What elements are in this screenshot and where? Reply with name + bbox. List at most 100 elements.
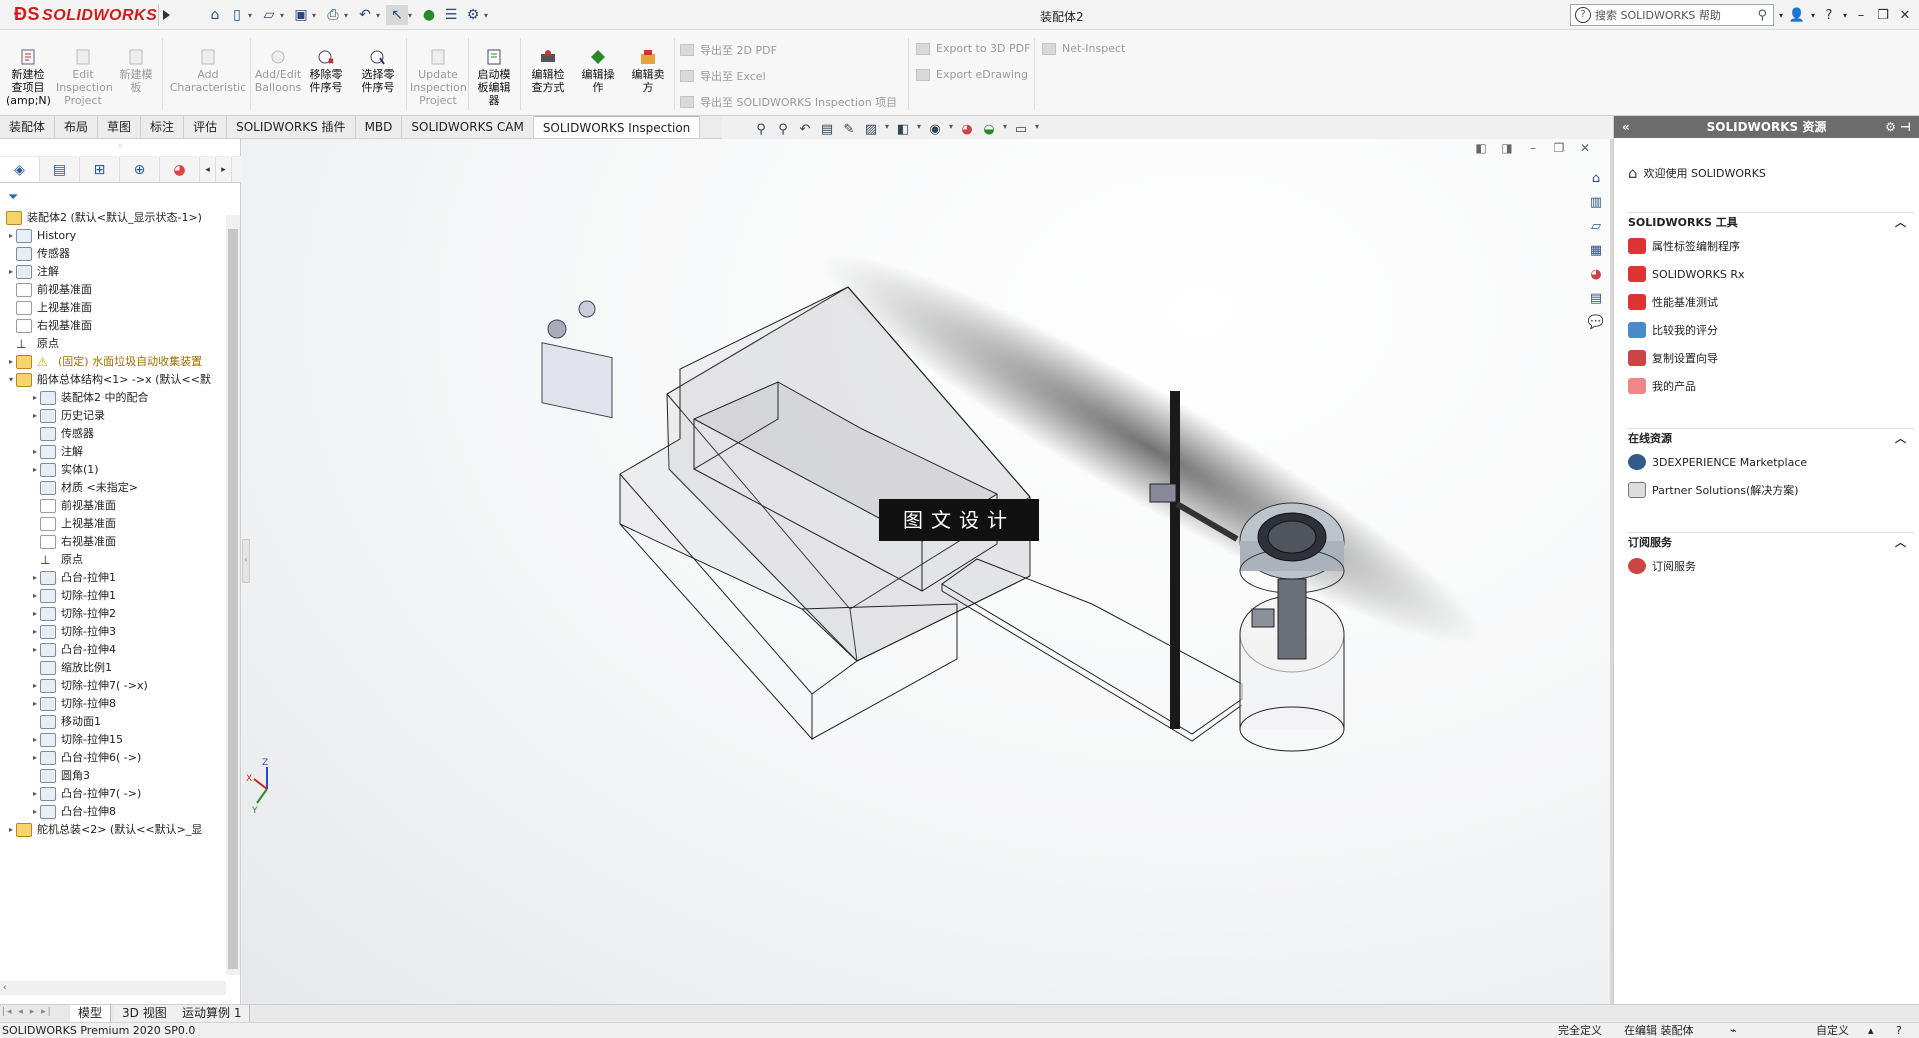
tree-item-right-plane[interactable]: 右视基准面	[16, 317, 92, 335]
tree-item-feature[interactable]: ▸ 凸台-拉伸6( ->)	[30, 749, 141, 767]
net-inspect-button[interactable]: Net-Inspect	[1042, 42, 1125, 55]
units-dropdown-icon[interactable]: ▴	[1868, 1023, 1874, 1038]
expand-arrow-icon[interactable]: ▸	[30, 695, 40, 713]
display-style-dropdown-icon[interactable]: ▾	[914, 122, 924, 140]
export-edrawing-button[interactable]: Export eDrawing	[916, 68, 1028, 81]
tab-assembly[interactable]: 装配体	[0, 116, 56, 138]
tree-item-front-plane[interactable]: 前视基准面	[16, 281, 92, 299]
tree-item-part-front-plane[interactable]: 前视基准面	[40, 497, 116, 515]
edit-appearance-icon[interactable]: ◕	[956, 122, 978, 140]
tree-item-part-right-plane[interactable]: 右视基准面	[40, 533, 116, 551]
appearances-icon[interactable]: ◕	[1584, 264, 1608, 286]
tree-item-part-origin[interactable]: ⊥ 原点	[40, 551, 83, 569]
tree-horizontal-scrollbar[interactable]: ‹	[0, 981, 226, 995]
expand-arrow-icon[interactable]: ▸	[30, 785, 40, 803]
file-explorer-icon[interactable]: ▱	[1584, 216, 1608, 238]
configuration-manager-icon[interactable]: ⊞	[80, 157, 120, 182]
undo-dropdown-icon[interactable]: ▾	[376, 11, 386, 20]
expand-arrow-icon[interactable]: ▸	[30, 731, 40, 749]
tree-item-origin[interactable]: ⊥ 原点	[16, 335, 59, 353]
expand-arrow-icon[interactable]: ▸	[30, 443, 40, 461]
edit-inspection-method-button[interactable]: 编辑检 查方式	[526, 48, 570, 94]
print-dropdown-icon[interactable]: ▾	[344, 11, 354, 20]
expand-arrow-icon[interactable]: ▸	[30, 461, 40, 479]
welcome-link[interactable]: ⌂ 欢迎使用 SOLIDWORKS	[1628, 164, 1766, 182]
tab-motion-study[interactable]: 运动算例 1	[174, 1005, 251, 1022]
tab-layout[interactable]: 布局	[55, 116, 99, 138]
tab-cam[interactable]: SOLIDWORKS CAM	[402, 116, 534, 138]
resources-options-icon[interactable]: ⚙ ⊣	[1885, 116, 1911, 138]
tree-item-feature[interactable]: ▸ 凸台-拉伸4	[30, 641, 116, 659]
tab-markup[interactable]: 标注	[141, 116, 185, 138]
display-style-icon[interactable]: ◧	[892, 122, 914, 140]
update-inspection-project-button[interactable]: Update Inspection Project	[410, 48, 467, 107]
select-pointer-icon[interactable]: ↖	[386, 5, 408, 25]
zoom-to-fit-icon[interactable]: ⚲	[750, 122, 772, 140]
section-view-icon[interactable]: ▤	[816, 122, 838, 140]
expand-arrow-icon[interactable]: ▸	[30, 569, 40, 587]
expand-arrow-icon[interactable]: ▸	[30, 803, 40, 821]
forum-icon[interactable]: 💬	[1584, 312, 1608, 334]
options-dropdown-icon[interactable]: ▾	[484, 11, 494, 20]
tabs-scroll-left-icon[interactable]: ◂	[200, 157, 216, 182]
design-library-icon[interactable]: ▥	[1584, 192, 1608, 214]
expand-arrow-icon[interactable]: ▸	[30, 605, 40, 623]
apply-scene-dropdown-icon[interactable]: ▾	[1000, 122, 1010, 140]
panel-grip[interactable]: ◦	[0, 139, 241, 157]
tools-section-title[interactable]: SOLIDWORKS 工具 ︿	[1628, 212, 1914, 232]
zoom-to-area-icon[interactable]: ⚲	[772, 122, 794, 140]
tree-item-history[interactable]: ▸ History	[6, 227, 76, 245]
tool-copy-settings[interactable]: 复制设置向导	[1628, 344, 1914, 372]
view-settings-dropdown-icon[interactable]: ▾	[1032, 122, 1042, 140]
collapse-caret-icon[interactable]: ︿	[1895, 533, 1906, 553]
collapse-panel-icon[interactable]: «	[1622, 116, 1630, 138]
filter-icon[interactable]: ⏷	[8, 190, 18, 205]
tree-item-feature[interactable]: ▸ 切除-拉伸15	[30, 731, 123, 749]
new-document-icon[interactable]: ▯	[226, 5, 248, 25]
hide-show-dropdown-icon[interactable]: ▾	[946, 122, 956, 140]
edit-operation-button[interactable]: 编辑操 作	[576, 48, 620, 94]
expand-arrow-icon[interactable]: ▸	[30, 389, 40, 407]
save-icon[interactable]: ▣	[290, 5, 312, 25]
expand-arrow-icon[interactable]: ▸	[30, 587, 40, 605]
help-search-input[interactable]: ? 搜索 SOLIDWORKS 帮助 ⚲	[1570, 4, 1774, 26]
print-icon[interactable]: ⎙	[322, 5, 344, 25]
view-palette-icon[interactable]: ▦	[1584, 240, 1608, 262]
dimxpert-manager-icon[interactable]: ⊕	[120, 157, 160, 182]
search-icon[interactable]: ⚲	[1757, 8, 1767, 23]
tree-item-mates[interactable]: ▸ 装配体2 中的配合	[30, 389, 149, 407]
tree-item-rudder-assembly[interactable]: ▸ 舵机总装<2> (默认<<默认>_显	[6, 821, 202, 839]
custom-properties-icon[interactable]: ▤	[1584, 288, 1608, 310]
minimize-icon[interactable]: –	[1850, 8, 1872, 23]
apply-scene-icon[interactable]: ◒	[978, 122, 1000, 140]
tabs-scroll-right-icon[interactable]: ▸	[216, 157, 232, 182]
tab-inspection[interactable]: SOLIDWORKS Inspection	[533, 116, 701, 138]
solidworks-logo[interactable]: ƉS SOLIDWORKS	[14, 4, 157, 25]
tree-item-feature[interactable]: ▸ 切除-拉伸3	[30, 623, 116, 641]
new-inspection-project-button[interactable]: 新建检 查项目 (amp;N)	[6, 48, 51, 107]
online-section-title[interactable]: 在线资源 ︿	[1628, 428, 1914, 448]
restore-icon[interactable]: ❐	[1872, 8, 1894, 23]
view-settings-icon[interactable]: ▭	[1010, 122, 1032, 140]
tree-item-part-sensors[interactable]: 传感器	[40, 425, 94, 443]
tree-item-feature[interactable]: ▸ 凸台-拉伸8	[30, 803, 116, 821]
tree-item-part-top-plane[interactable]: 上视基准面	[40, 515, 116, 533]
tree-item-fixed-component[interactable]: ▸ ⚠ (固定) 水面垃圾自动收集装置	[6, 353, 202, 371]
graphics-area[interactable]: ◧ ◨ – ❐ ✕ ‹ Z X Y 图文设计	[242, 139, 1612, 1004]
select-dropdown-icon[interactable]: ▾	[408, 11, 418, 20]
export-excel-button[interactable]: 导出至 Excel	[680, 68, 766, 84]
tool-performance-benchmark[interactable]: 性能基准测试	[1628, 288, 1914, 316]
home-icon[interactable]: ⌂	[204, 5, 226, 25]
hide-show-items-icon[interactable]: ◉	[924, 122, 946, 140]
tab-model[interactable]: 模型	[70, 1005, 112, 1022]
tab-mbd[interactable]: MBD	[356, 116, 403, 138]
dynamic-annotation-icon[interactable]: ✎	[838, 122, 860, 140]
save-dropdown-icon[interactable]: ▾	[312, 11, 322, 20]
tab-sketch[interactable]: 草图	[98, 116, 142, 138]
tree-item-feature[interactable]: ▸ 切除-拉伸2	[30, 605, 116, 623]
traffic-light-icon[interactable]: ●	[418, 5, 440, 25]
search-dropdown-icon[interactable]: ▾	[1776, 11, 1786, 20]
expand-arrow-icon[interactable]: ▸	[30, 641, 40, 659]
expand-arrow-icon[interactable]: ▸	[6, 227, 16, 245]
close-icon[interactable]: ✕	[1894, 8, 1916, 23]
